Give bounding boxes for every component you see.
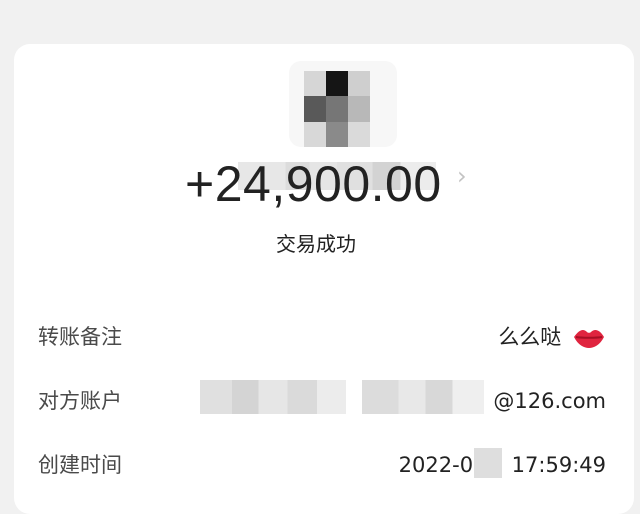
transaction-status: 交易成功	[276, 232, 356, 256]
account-domain: @126.com	[493, 389, 606, 413]
account-label: 对方账户	[38, 389, 122, 413]
remark-text: 么么哒	[498, 325, 562, 349]
obscured-account-part-1	[200, 380, 346, 414]
remark-value: 么么哒	[498, 322, 606, 352]
transaction-detail-card: ›	[14, 44, 634, 514]
created-time: 17:59:49	[511, 453, 606, 477]
remark-label: 转账备注	[38, 325, 122, 349]
avatar	[289, 61, 397, 147]
obscured-date-day	[474, 448, 502, 478]
transfer-amount: +24,900.00	[185, 156, 442, 212]
created-time-label: 创建时间	[38, 453, 122, 477]
obscured-account-part-2	[362, 380, 484, 414]
pixelated-avatar	[304, 71, 370, 147]
lips-icon	[574, 329, 604, 348]
